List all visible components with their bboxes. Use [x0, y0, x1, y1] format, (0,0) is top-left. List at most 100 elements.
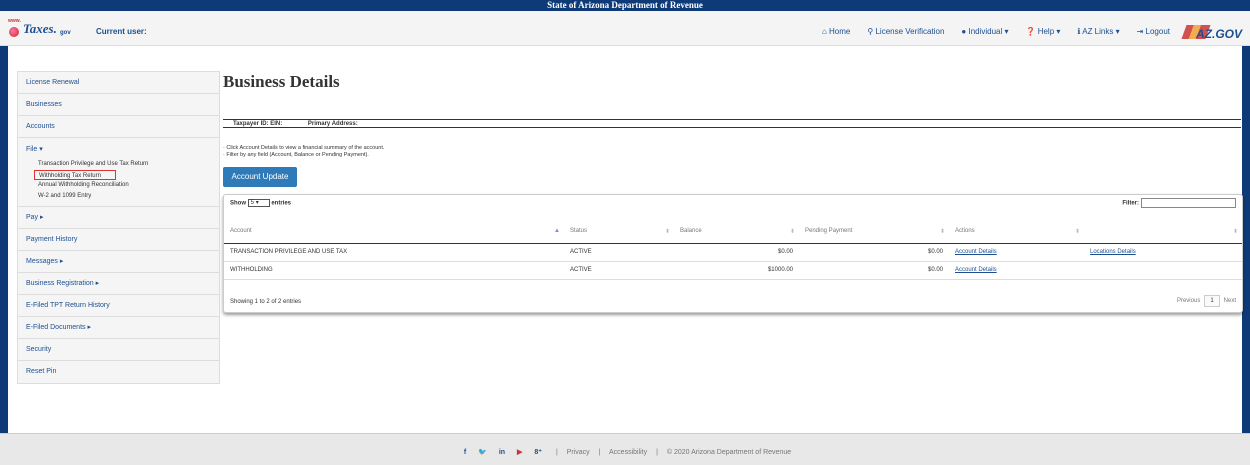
app-frame: State of Arizona Department of Revenue w…: [0, 0, 1250, 465]
chevron-down-icon: ▾: [255, 200, 259, 206]
sidebar-item-efiled-documents[interactable]: E-Filed Documents ▸: [18, 317, 219, 339]
column-header-account[interactable]: Account ▲: [224, 220, 564, 244]
azgov-logo[interactable]: AZ.GOV: [1181, 23, 1244, 45]
locations-details-link[interactable]: Locations Details: [1090, 249, 1136, 255]
sidebar-item-payment-history[interactable]: Payment History: [18, 229, 219, 251]
sort-icon: ⬍: [1074, 229, 1080, 235]
logout-icon: ⇥: [1136, 27, 1146, 36]
azgov-text: AZ.GOV: [1196, 27, 1243, 41]
column-header-actions[interactable]: Actions ⬍: [949, 220, 1084, 244]
cell-pending: $0.00: [799, 261, 949, 280]
cell-action: Locations Details: [1084, 243, 1242, 262]
nav-logout[interactable]: ⇥ Logout: [1137, 27, 1170, 36]
sort-icon: ⬍: [664, 229, 670, 235]
sidebar-file-group: File ▾ Transaction Privilege and Use Tax…: [18, 138, 219, 207]
sidebar-item-license-renewal[interactable]: License Renewal: [18, 72, 219, 94]
nav-home[interactable]: ⌂ Home: [822, 27, 850, 36]
next-button[interactable]: Next: [1224, 298, 1236, 304]
accessibility-link[interactable]: Accessibility: [609, 449, 647, 456]
cell-account: WITHHOLDING: [224, 261, 564, 280]
sort-icon: ⬍: [939, 229, 945, 235]
page-1-button[interactable]: 1: [1204, 295, 1220, 307]
cell-status: ACTIVE: [564, 243, 674, 262]
column-header-extra[interactable]: ⬍: [1084, 220, 1242, 244]
sidebar-subitem-w2-1099[interactable]: W-2 and 1099 Entry: [26, 191, 219, 202]
facebook-icon[interactable]: f: [464, 449, 466, 456]
column-header-balance[interactable]: Balance ⬍: [674, 220, 799, 244]
sidebar-item-file[interactable]: File ▾: [26, 145, 219, 153]
cell-action: Account Details: [949, 261, 1084, 280]
divider: |: [656, 449, 658, 456]
pagination: Previous 1 Next: [1177, 295, 1236, 307]
taxpayer-id-label: Taxpayer ID: EIN:: [233, 121, 283, 127]
account-update-button[interactable]: Account Update: [223, 167, 297, 187]
navbar: www. Taxes. gov Current user: ⌂ Home ⚲ L…: [0, 11, 1250, 46]
google-plus-icon[interactable]: 8⁺: [534, 449, 542, 456]
sidebar-item-messages[interactable]: Messages ▸: [18, 251, 219, 273]
cell-action: Account Details: [949, 243, 1084, 262]
sidebar-subitem-tpt-return[interactable]: Transaction Privilege and Use Tax Return: [26, 159, 219, 170]
nav-help[interactable]: ❓ Help ▾: [1026, 27, 1061, 36]
filter-label: Filter:: [1122, 200, 1139, 207]
home-icon: ⌂: [821, 27, 830, 36]
sidebar-subitem-annual-reconciliation[interactable]: Annual Withholding Reconciliation: [26, 180, 219, 191]
privacy-link[interactable]: Privacy: [567, 449, 590, 456]
sidebar-item-accounts[interactable]: Accounts: [18, 116, 219, 138]
sidebar-subitem-withholding-return[interactable]: Withholding Tax Return: [34, 169, 116, 180]
account-details-link[interactable]: Account Details: [955, 267, 997, 273]
accounts-table-panel: Show 5 ▾ entries Filter: Account ▲ Status…: [223, 194, 1243, 313]
cell-account: TRANSACTION PRIVILEGE AND USE TAX: [224, 243, 564, 262]
nav-individual[interactable]: ● Individual ▾: [961, 27, 1008, 36]
show-entries-control: Show 5 ▾ entries: [230, 199, 291, 207]
linkedin-icon[interactable]: in: [499, 449, 505, 456]
sort-asc-icon: ▲: [554, 228, 560, 234]
instruction-line: · Filter by any field (Account, Balance …: [223, 152, 369, 158]
twitter-icon[interactable]: 🐦: [478, 449, 487, 456]
taxpayer-info-line: Taxpayer ID: EIN: Primary Address:: [223, 119, 1241, 128]
sidebar-item-security[interactable]: Security: [18, 339, 219, 361]
instruction-line: · Click Account Details to view a financ…: [223, 145, 385, 151]
column-header-pending-payment[interactable]: Pending Payment ⬍: [799, 220, 949, 244]
sort-icon: ⬍: [1232, 229, 1238, 235]
cell-action: [1084, 261, 1242, 280]
logo-text: Taxes.: [23, 21, 57, 36]
sidebar-item-efiled-tpt-history[interactable]: E-Filed TPT Return History: [18, 295, 219, 317]
table-header-row: Account ▲ Status ⬍ Balance ⬍ Pending Paymen…: [224, 220, 1242, 244]
copyright: © 2020 Arizona Department of Revenue: [666, 449, 792, 456]
cell-pending: $0.00: [799, 243, 949, 262]
instructions: · Click Account Details to view a financ…: [223, 145, 384, 159]
accounts-table: Account ▲ Status ⬍ Balance ⬍ Pending Paymen…: [224, 220, 1242, 280]
cell-balance: $0.00: [674, 243, 799, 262]
help-icon: ❓: [1025, 27, 1038, 36]
footer: f 🐦 in ▶ 8⁺ | Privacy | Accessibility | …: [0, 433, 1250, 465]
sidebar-item-businesses[interactable]: Businesses: [18, 94, 219, 116]
account-details-link[interactable]: Account Details: [955, 249, 997, 255]
nav-az-links[interactable]: ℹ AZ Links ▾: [1077, 27, 1119, 36]
sort-icon: ⬍: [789, 229, 795, 235]
sidebar: License Renewal Businesses Accounts File…: [17, 71, 220, 384]
table-info: Showing 1 to 2 of 2 entries: [230, 299, 302, 305]
entries-label: entries: [271, 200, 292, 207]
youtube-icon[interactable]: ▶: [517, 449, 522, 456]
main-content: License Renewal Businesses Accounts File…: [8, 46, 1243, 433]
divider: |: [555, 449, 558, 456]
footer-row: f 🐦 in ▶ 8⁺ | Privacy | Accessibility | …: [0, 448, 1250, 456]
filter-control: Filter:: [1122, 198, 1236, 208]
cell-status: ACTIVE: [564, 261, 674, 280]
show-label: Show: [230, 200, 246, 207]
taxes-gov-logo[interactable]: www. Taxes. gov: [8, 18, 78, 40]
nav-license-verification[interactable]: ⚲ License Verification: [867, 27, 944, 36]
state-title-bar: State of Arizona Department of Revenue: [0, 0, 1250, 11]
nav-links: ⌂ Home ⚲ License Verification ● Individu…: [822, 27, 1170, 36]
filter-input[interactable]: [1141, 198, 1236, 208]
divider: |: [598, 449, 601, 456]
logo-ball-icon: [9, 27, 19, 37]
sidebar-item-reset-pin[interactable]: Reset Pin: [18, 361, 219, 383]
previous-button[interactable]: Previous: [1177, 298, 1200, 304]
page-title: Business Details: [223, 72, 340, 91]
column-header-status[interactable]: Status ⬍: [564, 220, 674, 244]
entries-select[interactable]: 5 ▾: [247, 199, 270, 207]
sidebar-item-pay[interactable]: Pay ▸: [18, 207, 219, 229]
table-row: WITHHOLDING ACTIVE $1000.00 $0.00 Accoun…: [224, 261, 1242, 280]
sidebar-item-business-registration[interactable]: Business Registration ▸: [18, 273, 219, 295]
